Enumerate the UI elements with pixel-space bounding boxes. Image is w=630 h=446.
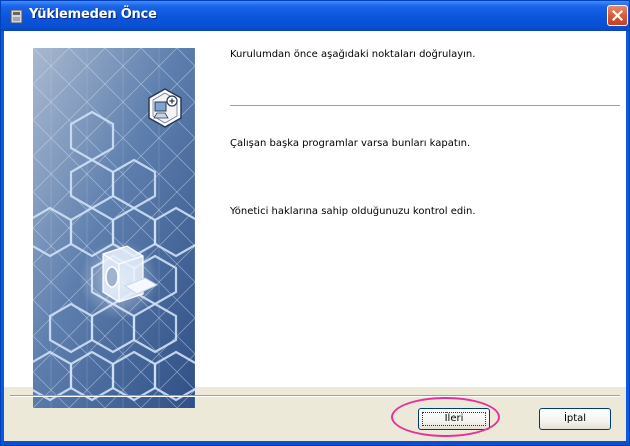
hexagon-network-illustration — [33, 48, 195, 408]
badge-icon — [148, 88, 182, 128]
installer-app-icon — [10, 9, 23, 24]
window-title: Yüklemeden Önce — [29, 7, 157, 22]
instruction-admin-rights: Yönetici haklarına sahip olduğunuzu kont… — [230, 206, 476, 217]
footer-divider — [10, 395, 620, 397]
installer-window: Yüklemeden Önce Kurulumdan önce aşağıdak… — [0, 0, 630, 446]
instruction-close-programs: Çalışan başka programlar varsa bunları k… — [230, 138, 471, 149]
cancel-button[interactable]: İptal — [539, 408, 611, 430]
close-x-icon — [611, 9, 624, 22]
window-frame-bottom — [1, 441, 629, 445]
close-button[interactable] — [607, 5, 628, 26]
intro-text: Kurulumdan önce aşağıdaki noktaları doğr… — [230, 49, 476, 60]
dialog-body: Kurulumdan önce aşağıdaki noktaları doğr… — [4, 31, 626, 443]
title-bar[interactable]: Yüklemeden Önce — [1, 1, 629, 31]
content-panel: Kurulumdan önce aşağıdaki noktaları doğr… — [4, 31, 626, 408]
content-divider — [230, 105, 620, 107]
next-button[interactable]: İleri — [418, 408, 490, 430]
next-button-label: İleri — [444, 413, 464, 424]
cancel-button-label: İptal — [563, 413, 587, 424]
